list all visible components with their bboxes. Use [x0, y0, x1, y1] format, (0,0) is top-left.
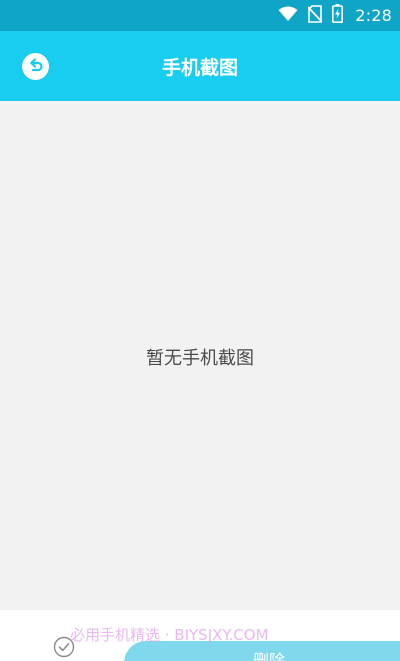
wifi-icon [278, 6, 298, 26]
screenshot-list-area: 暂无手机截图 [0, 101, 400, 610]
bottom-action-bar: 删除 必用手机精选 · BIYSJXY.COM [0, 610, 400, 661]
page-title: 手机截图 [161, 56, 238, 79]
no-sim-icon [307, 4, 323, 27]
check-circle-icon [53, 636, 75, 661]
back-arrow-icon [27, 56, 44, 77]
status-bar: 2:28 [0, 0, 400, 31]
empty-state-message: 暂无手机截图 [146, 348, 254, 369]
battery-charging-icon [332, 4, 344, 27]
status-time: 2:28 [355, 6, 392, 25]
status-icons: 2:28 [278, 0, 392, 31]
select-all-checkbox[interactable] [53, 636, 75, 658]
delete-button[interactable]: 删除 [124, 641, 400, 661]
back-button[interactable] [22, 53, 49, 80]
app-bar: 手机截图 [0, 31, 400, 101]
